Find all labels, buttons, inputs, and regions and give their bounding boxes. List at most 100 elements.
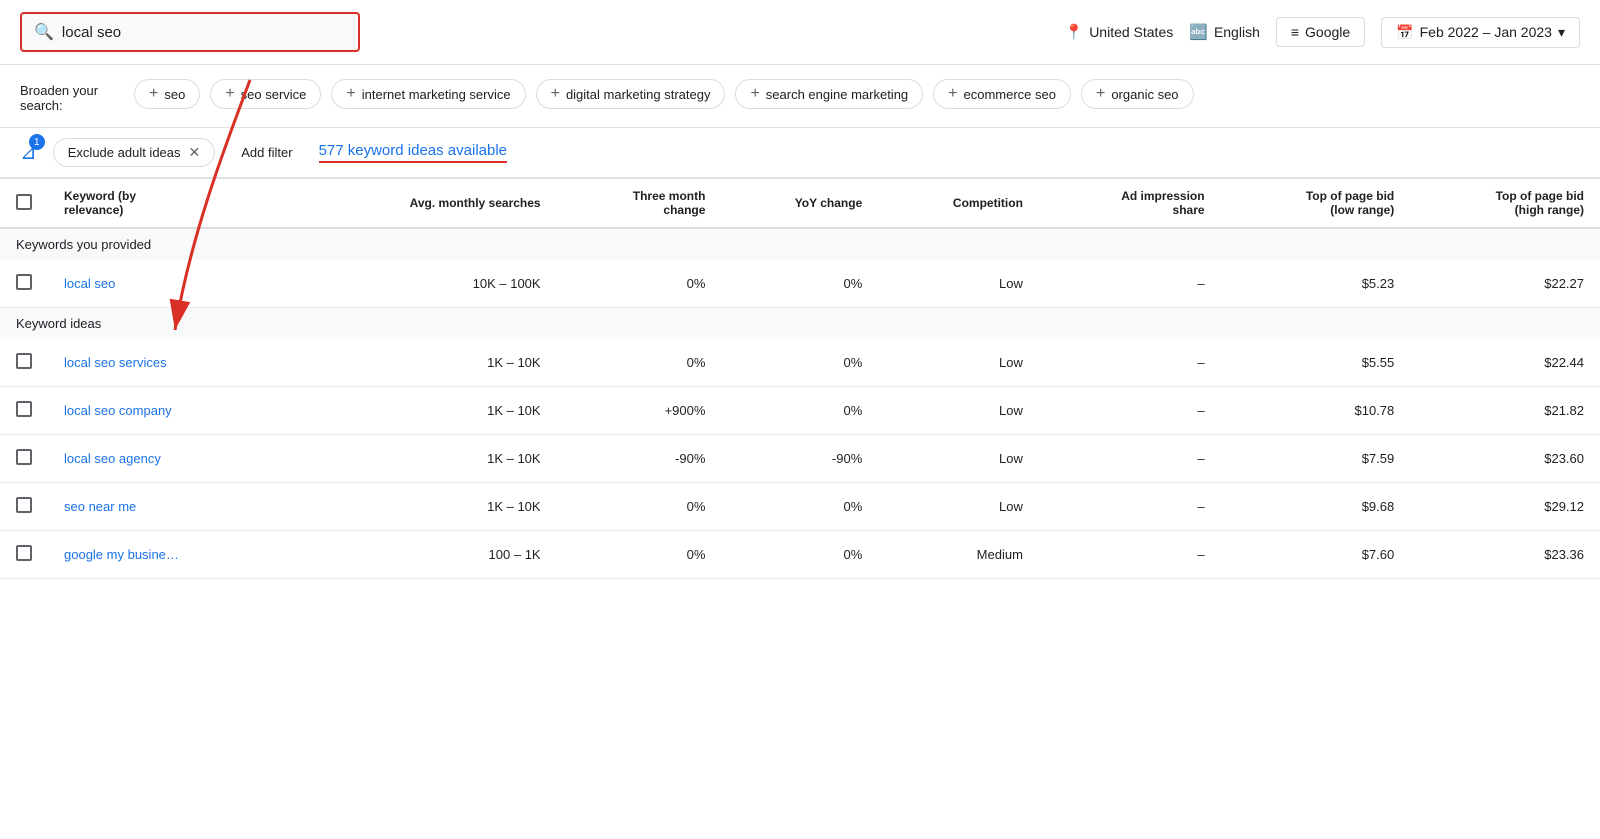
yoy-cell: 0% bbox=[721, 260, 878, 308]
ad-impression-cell: – bbox=[1039, 531, 1221, 579]
section-ideas: Keyword ideas bbox=[0, 308, 1600, 340]
table-row: local seo agency 1K – 10K -90% -90% Low … bbox=[0, 435, 1600, 483]
top-bid-low-cell: $5.23 bbox=[1221, 260, 1411, 308]
row-checkbox[interactable] bbox=[16, 545, 32, 561]
col-checkbox[interactable] bbox=[0, 179, 48, 228]
avg-monthly-cell: 1K – 10K bbox=[300, 435, 557, 483]
exclude-adult-chip[interactable]: Exclude adult ideas ✕ bbox=[53, 138, 215, 167]
keyword-count: 577 keyword ideas available bbox=[319, 142, 507, 163]
exclude-label: Exclude adult ideas bbox=[68, 145, 181, 160]
filter-icon-wrap[interactable]: ⊿ 1 bbox=[20, 140, 37, 165]
keyword-cell[interactable]: google my busine… bbox=[48, 531, 300, 579]
keyword-cell[interactable]: local seo services bbox=[48, 339, 300, 387]
yoy-cell: -90% bbox=[721, 435, 878, 483]
avg-monthly-cell: 1K – 10K bbox=[300, 387, 557, 435]
top-bid-high-cell: $29.12 bbox=[1410, 483, 1600, 531]
keywords-table: Keyword (byrelevance) Avg. monthly searc… bbox=[0, 179, 1600, 579]
row-checkbox[interactable] bbox=[16, 274, 32, 290]
three-month-cell: 0% bbox=[557, 531, 722, 579]
language-control[interactable]: 🔤 English bbox=[1189, 23, 1260, 41]
plus-icon: + bbox=[1096, 85, 1105, 103]
table-row: local seo 10K – 100K 0% 0% Low – $5.23 $… bbox=[0, 260, 1600, 308]
three-month-cell: 0% bbox=[557, 260, 722, 308]
yoy-cell: 0% bbox=[721, 387, 878, 435]
top-bid-high-cell: $23.36 bbox=[1410, 531, 1600, 579]
chip-organic-seo[interactable]: + organic seo bbox=[1081, 79, 1194, 109]
keyword-cell[interactable]: seo near me bbox=[48, 483, 300, 531]
google-button[interactable]: ≡ Google bbox=[1276, 17, 1365, 47]
keyword-cell[interactable]: local seo agency bbox=[48, 435, 300, 483]
plus-icon: + bbox=[225, 85, 234, 103]
section-ideas-label: Keyword ideas bbox=[0, 308, 1600, 340]
location-control[interactable]: 📍 United States bbox=[1065, 23, 1174, 41]
date-range-button[interactable]: 📅 Feb 2022 – Jan 2023 ▾ bbox=[1381, 17, 1580, 48]
broaden-chips: + seo + seo service + internet marketing… bbox=[134, 79, 1194, 109]
competition-cell: Low bbox=[878, 483, 1039, 531]
top-bid-low-cell: $5.55 bbox=[1221, 339, 1411, 387]
google-icon: ≡ bbox=[1291, 24, 1299, 40]
row-checkbox[interactable] bbox=[16, 353, 32, 369]
avg-monthly-cell: 1K – 10K bbox=[300, 483, 557, 531]
chip-search-engine-marketing[interactable]: + search engine marketing bbox=[735, 79, 923, 109]
search-box[interactable]: 🔍 bbox=[20, 12, 360, 52]
add-filter-button[interactable]: Add filter bbox=[231, 140, 302, 165]
chip-digital-marketing[interactable]: + digital marketing strategy bbox=[536, 79, 726, 109]
filter-row: ⊿ 1 Exclude adult ideas ✕ Add filter 577… bbox=[0, 128, 1600, 179]
col-top-bid-low[interactable]: Top of page bid(low range) bbox=[1221, 179, 1411, 228]
calendar-icon: 📅 bbox=[1396, 24, 1413, 41]
broaden-label: Broaden yoursearch: bbox=[20, 79, 120, 113]
competition-cell: Low bbox=[878, 260, 1039, 308]
broaden-section: Broaden yoursearch: + seo + seo service … bbox=[0, 65, 1600, 128]
plus-icon: + bbox=[750, 85, 759, 103]
competition-cell: Low bbox=[878, 387, 1039, 435]
competition-cell: Medium bbox=[878, 531, 1039, 579]
top-bid-low-cell: $10.78 bbox=[1221, 387, 1411, 435]
plus-icon: + bbox=[948, 85, 957, 103]
row-checkbox[interactable] bbox=[16, 449, 32, 465]
col-competition[interactable]: Competition bbox=[878, 179, 1039, 228]
keyword-cell[interactable]: local seo company bbox=[48, 387, 300, 435]
three-month-cell: 0% bbox=[557, 339, 722, 387]
table-row: google my busine… 100 – 1K 0% 0% Medium … bbox=[0, 531, 1600, 579]
chip-seo-service[interactable]: + seo service bbox=[210, 79, 321, 109]
top-bid-high-cell: $23.60 bbox=[1410, 435, 1600, 483]
chip-ecommerce-seo[interactable]: + ecommerce seo bbox=[933, 79, 1071, 109]
top-bid-high-cell: $21.82 bbox=[1410, 387, 1600, 435]
top-bid-high-cell: $22.27 bbox=[1410, 260, 1600, 308]
chip-seo[interactable]: + seo bbox=[134, 79, 200, 109]
three-month-cell: -90% bbox=[557, 435, 722, 483]
plus-icon: + bbox=[346, 85, 355, 103]
chip-label: seo service bbox=[241, 87, 307, 102]
competition-cell: Low bbox=[878, 435, 1039, 483]
keyword-cell[interactable]: local seo bbox=[48, 260, 300, 308]
location-label: United States bbox=[1089, 24, 1173, 40]
row-checkbox[interactable] bbox=[16, 497, 32, 513]
plus-icon: + bbox=[149, 85, 158, 103]
ad-impression-cell: – bbox=[1039, 339, 1221, 387]
col-avg-monthly[interactable]: Avg. monthly searches bbox=[300, 179, 557, 228]
col-keyword[interactable]: Keyword (byrelevance) bbox=[48, 179, 300, 228]
chip-label: ecommerce seo bbox=[964, 87, 1056, 102]
ad-impression-cell: – bbox=[1039, 260, 1221, 308]
chip-internet-marketing[interactable]: + internet marketing service bbox=[331, 79, 525, 109]
three-month-cell: 0% bbox=[557, 483, 722, 531]
table-container: Keyword (byrelevance) Avg. monthly searc… bbox=[0, 179, 1600, 579]
select-all-checkbox[interactable] bbox=[16, 194, 32, 210]
col-three-month[interactable]: Three monthchange bbox=[557, 179, 722, 228]
plus-icon: + bbox=[551, 85, 560, 103]
ad-impression-cell: – bbox=[1039, 387, 1221, 435]
header-controls: 📍 United States 🔤 English ≡ Google 📅 Feb… bbox=[1065, 17, 1581, 48]
google-label: Google bbox=[1305, 24, 1350, 40]
col-yoy[interactable]: YoY change bbox=[721, 179, 878, 228]
filter-badge: 1 bbox=[29, 134, 45, 150]
yoy-cell: 0% bbox=[721, 339, 878, 387]
section-provided: Keywords you provided bbox=[0, 228, 1600, 260]
three-month-cell: +900% bbox=[557, 387, 722, 435]
avg-monthly-cell: 10K – 100K bbox=[300, 260, 557, 308]
close-icon[interactable]: ✕ bbox=[189, 144, 201, 161]
search-input[interactable] bbox=[62, 24, 346, 41]
competition-cell: Low bbox=[878, 339, 1039, 387]
row-checkbox[interactable] bbox=[16, 401, 32, 417]
col-ad-impression[interactable]: Ad impressionshare bbox=[1039, 179, 1221, 228]
col-top-bid-high[interactable]: Top of page bid(high range) bbox=[1410, 179, 1600, 228]
